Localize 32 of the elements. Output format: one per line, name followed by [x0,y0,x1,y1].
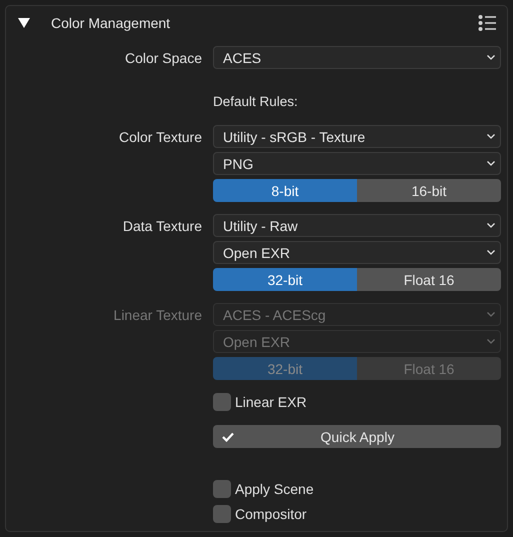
chevron-down-icon [487,223,495,228]
quick-apply-button[interactable]: Quick Apply [213,425,501,448]
dropdown[interactable]: PNG [213,152,501,175]
checkmark-icon [222,432,234,442]
dropdown[interactable]: Utility - Raw [213,214,501,237]
chevron-down-icon [487,250,495,255]
collapse-triangle-icon[interactable] [18,18,30,28]
checkbox[interactable] [213,504,231,522]
dropdown[interactable]: ACES [213,46,501,69]
dropdown[interactable]: Utility - sRGB - Texture [213,125,501,148]
field-label: Color Space [124,50,203,66]
panel-title: Color Management [51,14,172,30]
list-menu-icon[interactable] [478,14,496,32]
chevron-down-icon [487,312,495,317]
chevron-down-icon [487,161,495,166]
checkbox[interactable] [213,392,231,410]
chevron-down-icon [487,339,495,344]
checkbox-label: Apply Scene [235,480,314,496]
field-label: Data Texture [122,218,203,234]
toggle-option[interactable]: 16-bit [357,179,501,202]
toggle-option[interactable]: Float 16 [357,268,501,291]
checkbox[interactable] [213,480,231,498]
chevron-down-icon [487,55,495,60]
section-note: Default Rules: [213,94,298,108]
field-label: Linear Texture [112,306,203,322]
toggle-option[interactable]: 32-bit [213,268,357,291]
checkbox-label: Linear EXR [235,394,307,410]
toggle-option[interactable]: 8-bit [213,179,357,202]
field-label: Color Texture [118,128,203,144]
checkbox-label: Compositor [235,506,307,522]
dropdown[interactable]: Open EXR [213,241,501,264]
chevron-down-icon [487,134,495,139]
